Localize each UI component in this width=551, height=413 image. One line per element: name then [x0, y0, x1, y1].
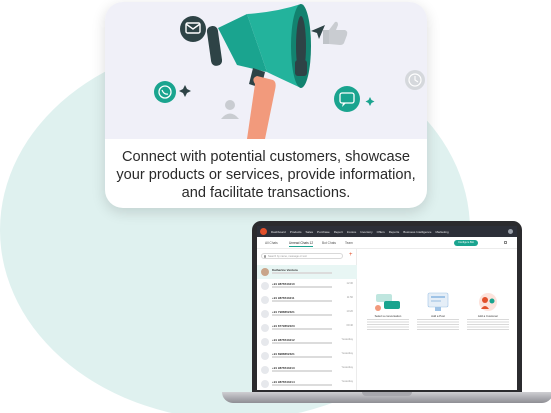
- list-item[interactable]: Katherine Ventura: [257, 265, 357, 279]
- list-item[interactable]: +91 9876543210 12:30: [257, 279, 357, 293]
- chat-icon: [334, 86, 360, 112]
- nav-purchase[interactable]: Purchase: [317, 230, 330, 234]
- laptop-notch: [362, 392, 412, 396]
- send-icon: [311, 25, 325, 39]
- avatar: [261, 282, 269, 290]
- feature-title: Select a conversation: [374, 314, 402, 318]
- feature-title: Add a Post: [431, 314, 445, 318]
- user-icon: [221, 100, 239, 119]
- whatsapp-icon: [154, 81, 176, 103]
- chat-preview: [272, 286, 332, 288]
- sparkle-icon: [179, 85, 191, 97]
- avatar: [261, 268, 269, 276]
- avatar: [261, 366, 269, 374]
- chat-time: 11:50: [346, 296, 353, 299]
- promo-text: Connect with potential customers, showca…: [116, 149, 416, 201]
- hand-icon: [247, 76, 276, 139]
- chat-time: Yesterday: [341, 366, 353, 369]
- nav-dashboard[interactable]: Dashboard: [271, 230, 286, 234]
- tab-unread-chats[interactable]: Unread Chats 12: [289, 241, 314, 247]
- conversation-illustration: [373, 292, 403, 312]
- thumbs-up-icon: [323, 21, 348, 45]
- nav-invoice[interactable]: Invoice: [347, 230, 357, 234]
- avatar: [261, 338, 269, 346]
- chat-time: Yesterday: [341, 380, 353, 383]
- search-icon: [263, 255, 266, 258]
- nav-reports[interactable]: Reports: [389, 230, 400, 234]
- chat-preview: [272, 314, 332, 316]
- list-item[interactable]: +91 8779652223 09:40: [257, 321, 357, 335]
- feature-description: [467, 319, 509, 331]
- chat-time: Yesterday: [341, 352, 353, 355]
- chat-preview: [272, 384, 332, 386]
- app-topbar: Dashboard Products Sales Purchase Report…: [257, 226, 517, 237]
- avatar: [261, 324, 269, 332]
- chat-preview: [272, 370, 332, 372]
- feature-description: [417, 319, 459, 331]
- customer-illustration: [473, 292, 503, 312]
- chat-preview: [272, 272, 332, 274]
- avatar: [261, 310, 269, 318]
- nav-sales[interactable]: Sales: [306, 230, 314, 234]
- nav-products[interactable]: Products: [290, 230, 302, 234]
- add-chat-icon[interactable]: +: [349, 252, 353, 258]
- chat-preview: [272, 342, 332, 344]
- tab-bot-chats[interactable]: Bot Chats: [322, 241, 336, 245]
- nav-marketing[interactable]: Marketing: [435, 230, 448, 234]
- laptop-screen: Dashboard Products Sales Purchase Report…: [257, 226, 517, 390]
- tab-all-chats[interactable]: All Chats: [265, 241, 278, 245]
- nav-offers[interactable]: Offers: [377, 230, 385, 234]
- list-item[interactable]: +91 9876543212 Yesterday: [257, 335, 357, 349]
- configure-bot-button[interactable]: Configure Bot: [454, 240, 478, 246]
- chat-time: 12:30: [346, 282, 354, 285]
- feature-description: [367, 319, 409, 331]
- chat-preview: [272, 328, 332, 330]
- post-illustration: [423, 292, 453, 312]
- list-item[interactable]: +91 9876543213 Yesterday: [257, 363, 357, 377]
- list-item[interactable]: +91 9876543214 Yesterday: [257, 377, 357, 390]
- feature-add-post: Add a Post: [413, 292, 463, 342]
- app-logo[interactable]: [260, 228, 267, 235]
- avatar: [261, 352, 269, 360]
- megaphone-icon: [206, 4, 311, 88]
- chat-time: 09:40: [346, 324, 354, 327]
- more-icon[interactable]: [504, 241, 507, 244]
- feature-select-conversation: Select a conversation: [363, 292, 413, 342]
- nav-report[interactable]: Report: [334, 230, 343, 234]
- chat-time: Yesterday: [341, 338, 353, 341]
- chat-list: Search by name, message or text + Kather…: [257, 249, 357, 390]
- tab-team[interactable]: Team: [345, 241, 353, 245]
- avatar[interactable]: [508, 229, 513, 234]
- feature-add-customer: Add a Customer: [463, 292, 513, 342]
- search-placeholder: Search by name, message or text: [268, 255, 307, 258]
- chat-preview: [272, 300, 332, 302]
- nav-inventory[interactable]: Inventory: [360, 230, 372, 234]
- card-illustration: [105, 2, 427, 139]
- clock-icon: [405, 70, 425, 90]
- chat-preview: [272, 356, 332, 358]
- search-input[interactable]: Search by name, message or text: [261, 253, 343, 259]
- chat-time: 10:20: [346, 310, 354, 313]
- list-item[interactable]: +91 9876543211 11:50: [257, 293, 357, 307]
- promo-card: Connect with potential customers, showca…: [105, 2, 427, 208]
- marketing-hero: Connect with potential customers, showca…: [0, 0, 551, 413]
- chat-tabs-bar: All Chats Unread Chats 12 Bot Chats Team…: [257, 237, 517, 249]
- chat-detail-pane: Select a conversation Add a Post Add a C…: [357, 249, 517, 390]
- avatar: [261, 380, 269, 388]
- list-item[interactable]: +91 7988652321 10:20: [257, 307, 357, 321]
- list-item[interactable]: +91 8988652321 Yesterday: [257, 349, 357, 363]
- nav-business-intelligence[interactable]: Business Intelligence: [403, 230, 431, 234]
- feature-title: Add a Customer: [477, 314, 499, 318]
- avatar: [261, 296, 269, 304]
- sparkle-icon: [365, 97, 375, 106]
- mail-icon: [180, 16, 206, 42]
